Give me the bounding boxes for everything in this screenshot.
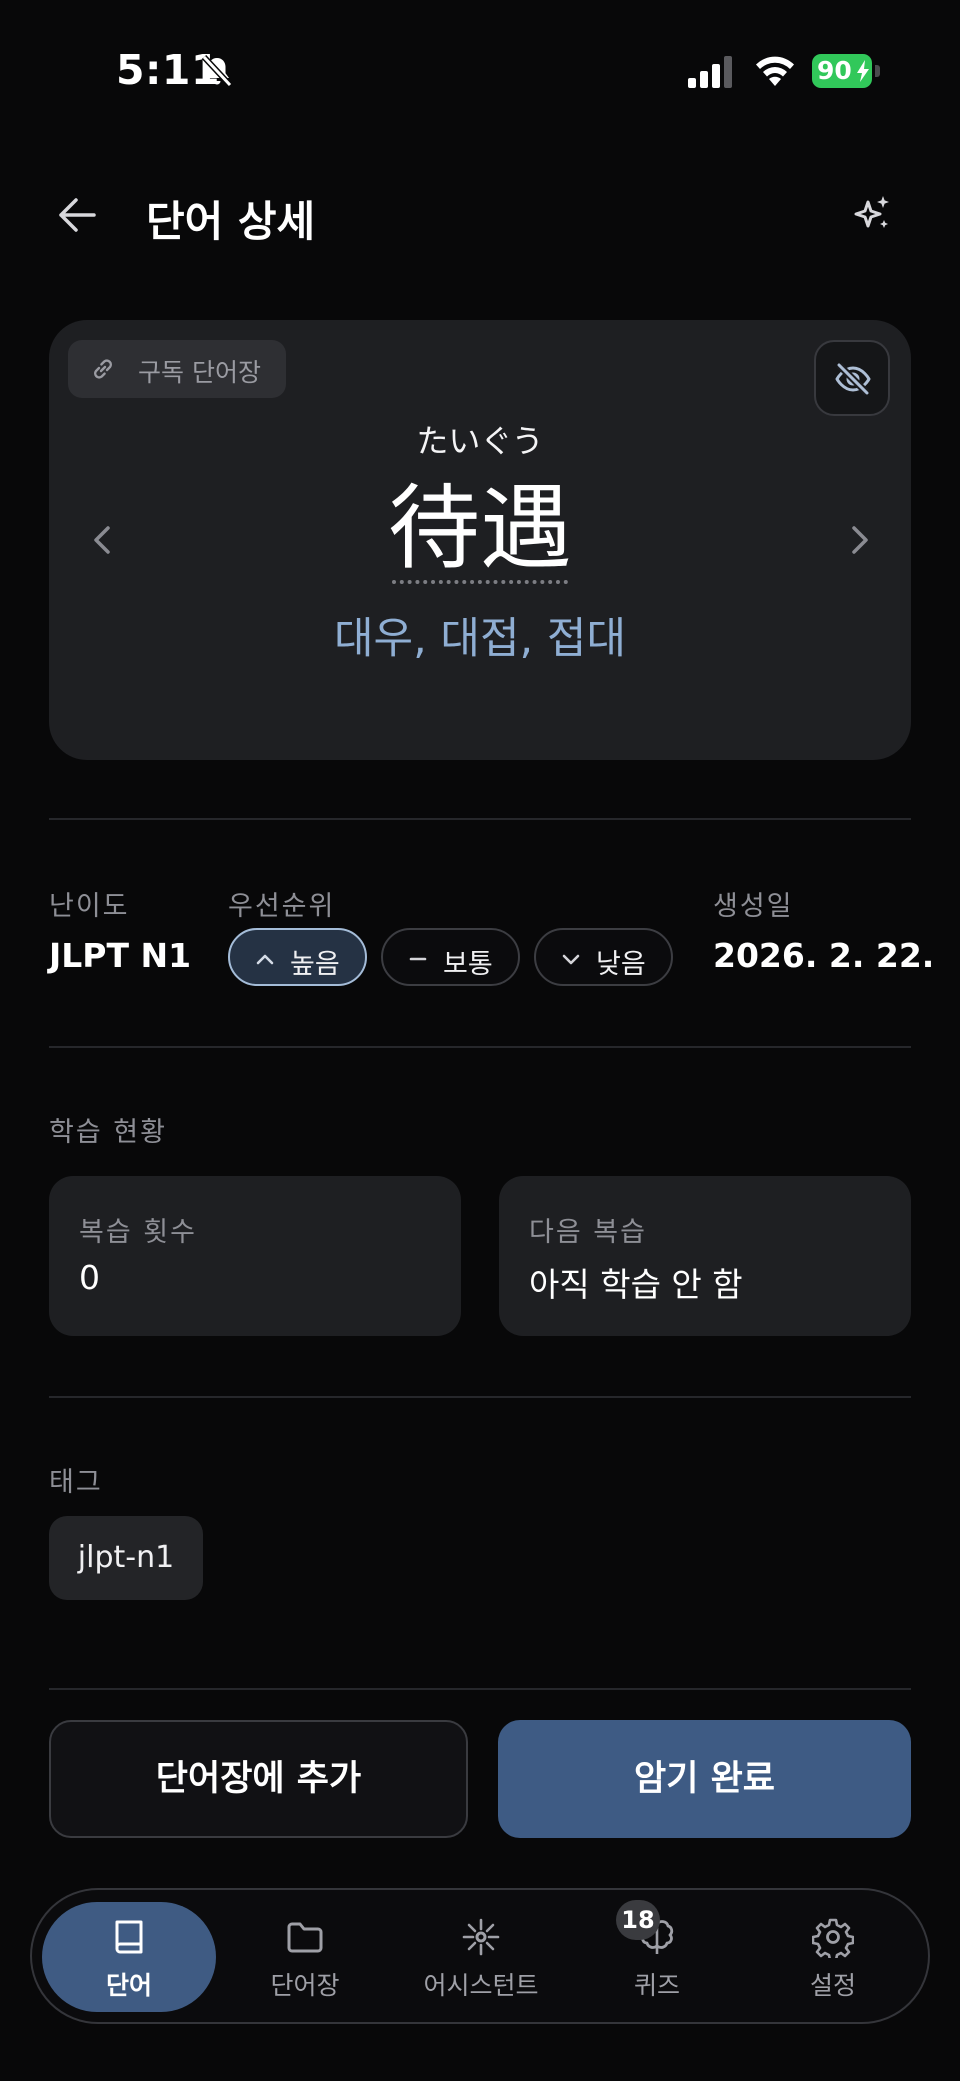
battery-indicator: 90 xyxy=(812,54,880,88)
priority-normal-label: 보통 xyxy=(443,949,493,980)
word-reading: たいぐう xyxy=(416,422,544,460)
divider xyxy=(49,1396,911,1398)
bell-slash-icon xyxy=(201,54,233,88)
wifi-icon xyxy=(756,56,794,86)
nav-label-words: 단어 xyxy=(105,1971,152,2000)
cellular-signal-icon xyxy=(688,56,732,88)
nav-item-settings[interactable]: 설정 xyxy=(746,1902,920,2012)
priority-low-button[interactable]: 낮음 xyxy=(534,928,673,986)
priority-high-button[interactable]: 높음 xyxy=(228,928,367,986)
assistant-icon xyxy=(462,1918,500,1956)
created-date-value: 2026. 2. 22. xyxy=(713,936,935,975)
hide-meaning-button[interactable] xyxy=(814,340,890,416)
eye-off-icon xyxy=(835,362,871,396)
previous-word-chevron-icon[interactable] xyxy=(86,520,120,560)
back-arrow-icon[interactable] xyxy=(56,194,98,236)
ai-sparkle-icon[interactable] xyxy=(852,194,892,234)
divider xyxy=(49,1046,911,1048)
nav-item-words[interactable]: 단어 xyxy=(42,1902,216,2012)
kanji-underline xyxy=(392,580,568,584)
bottom-navigation: 단어 단어장 어시스턴트 퀴즈 설정 xyxy=(30,1888,930,2024)
divider xyxy=(49,1688,911,1690)
folder-icon xyxy=(287,1922,323,1953)
book-icon xyxy=(115,1920,143,1954)
add-to-wordbook-button[interactable]: 단어장에 추가 xyxy=(49,1720,468,1838)
subscribed-wordbook-chip[interactable]: 구독 단어장 xyxy=(68,340,286,398)
divider xyxy=(49,818,911,820)
nav-item-assistant[interactable]: 어시스턴트 xyxy=(394,1902,568,2012)
word-kanji: 待遇 xyxy=(387,475,572,582)
chevron-down-icon xyxy=(562,954,580,965)
subscribed-wordbook-label: 구독 단어장 xyxy=(138,358,261,387)
review-count-label: 복습 횟수 xyxy=(79,1217,197,1248)
quiz-count-badge: 18 xyxy=(616,1900,660,1940)
priority-label: 우선순위 xyxy=(228,891,336,922)
next-review-label: 다음 복습 xyxy=(529,1217,647,1248)
word-meaning: 대우, 대접, 접대 xyxy=(333,614,627,664)
review-count-card: 복습 횟수 0 xyxy=(49,1176,461,1336)
difficulty-label: 난이도 xyxy=(49,891,130,922)
review-count-value: 0 xyxy=(79,1258,100,1297)
page-title: 단어 상세 xyxy=(146,197,316,246)
gear-icon xyxy=(812,1918,854,1958)
chevron-up-icon xyxy=(256,954,274,965)
priority-normal-button[interactable]: 보통 xyxy=(381,928,520,986)
nav-label-quiz: 퀴즈 xyxy=(633,1971,680,2000)
created-date-label: 생성일 xyxy=(713,891,794,922)
priority-low-label: 낮음 xyxy=(596,949,646,980)
tags-heading: 태그 xyxy=(49,1467,103,1498)
minus-icon xyxy=(409,957,427,961)
next-review-card: 다음 복습 아직 학습 안 함 xyxy=(499,1176,911,1336)
difficulty-value: JLPT N1 xyxy=(49,936,192,975)
priority-high-label: 높음 xyxy=(290,949,340,980)
next-word-chevron-icon[interactable] xyxy=(842,520,876,560)
nav-label-wordbooks: 단어장 xyxy=(270,1971,340,2000)
study-status-heading: 학습 현황 xyxy=(49,1117,167,1148)
nav-label-assistant: 어시스턴트 xyxy=(423,1971,539,2000)
link-icon xyxy=(94,359,112,379)
next-review-value: 아직 학습 안 함 xyxy=(529,1265,743,1304)
mark-memorized-button[interactable]: 암기 완료 xyxy=(498,1720,911,1838)
battery-level: 90 xyxy=(817,56,852,85)
charging-bolt-icon xyxy=(857,60,869,82)
tag-chip[interactable]: jlpt-n1 xyxy=(49,1516,203,1600)
nav-item-wordbooks[interactable]: 단어장 xyxy=(218,1902,392,2012)
nav-label-settings: 설정 xyxy=(809,1971,856,2000)
